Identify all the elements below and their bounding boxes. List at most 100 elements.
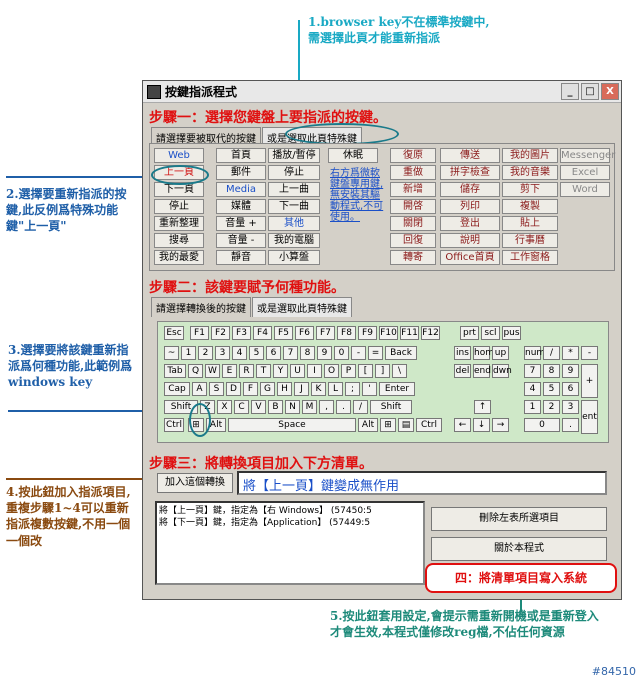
special-key[interactable]: 播放/暫停: [268, 148, 320, 163]
keyboard-key[interactable]: ↓: [473, 418, 490, 432]
add-conversion-button[interactable]: 加入這個轉換: [157, 473, 233, 493]
special-key[interactable]: Excel: [560, 165, 610, 180]
list-item[interactable]: 將【下一頁】鍵，指定為【Application】 (57449:5: [159, 517, 421, 529]
keyboard-key[interactable]: \: [392, 364, 407, 378]
keyboard-key[interactable]: 2: [543, 400, 560, 414]
keyboard-key[interactable]: F12: [421, 326, 440, 340]
keyboard-key[interactable]: prt: [460, 326, 479, 340]
keyboard-key[interactable]: 4: [524, 382, 541, 396]
keyboard-key[interactable]: ]: [375, 364, 390, 378]
keyboard-key[interactable]: ins: [454, 346, 471, 360]
keyboard-key[interactable]: Y: [273, 364, 288, 378]
keyboard-key[interactable]: +: [581, 364, 598, 398]
keyboard-key[interactable]: Esc: [164, 326, 184, 340]
keyboard-key[interactable]: end: [473, 364, 491, 378]
delete-selected-button[interactable]: 刪除左表所選項目: [431, 507, 607, 531]
keyboard-key[interactable]: F11: [400, 326, 419, 340]
special-key[interactable]: 休眠: [328, 148, 378, 163]
special-key[interactable]: 小算盤: [268, 250, 320, 265]
keyboard-key[interactable]: [: [358, 364, 373, 378]
apply-to-system-button[interactable]: 四：將清單項目寫入系統: [425, 563, 617, 593]
keyboard-key[interactable]: /: [353, 400, 368, 414]
about-button[interactable]: 關於本程式: [431, 537, 607, 561]
keyboard-key[interactable]: P: [341, 364, 356, 378]
special-key[interactable]: 其他: [268, 216, 320, 231]
special-key[interactable]: 傳送: [440, 148, 500, 163]
keyboard-key[interactable]: G: [260, 382, 275, 396]
keyboard-key[interactable]: ↑: [474, 400, 491, 414]
keyboard-key[interactable]: 3: [562, 400, 579, 414]
keyboard-key[interactable]: ~: [164, 346, 179, 360]
special-key[interactable]: 行事曆: [502, 233, 558, 248]
special-key[interactable]: 停止: [154, 199, 204, 214]
keyboard-key[interactable]: F1: [190, 326, 209, 340]
keyboard-key[interactable]: Cap: [164, 382, 190, 396]
special-key[interactable]: 我的電腦: [268, 233, 320, 248]
keyboard-key[interactable]: 8: [300, 346, 315, 360]
special-key[interactable]: 停止: [268, 165, 320, 180]
keyboard-key[interactable]: F5: [274, 326, 293, 340]
keyboard-key[interactable]: Alt: [358, 418, 378, 432]
keyboard-key[interactable]: Shift: [370, 400, 412, 414]
keyboard-key[interactable]: Space: [228, 418, 356, 432]
keyboard-key[interactable]: 9: [562, 364, 579, 378]
close-button[interactable]: X: [601, 83, 619, 100]
minimize-button[interactable]: _: [561, 83, 579, 100]
special-key[interactable]: 說明: [440, 233, 500, 248]
tab-target-special[interactable]: 或是選取此頁特殊鍵: [252, 297, 352, 317]
keyboard-key[interactable]: ←: [454, 418, 471, 432]
keyboard-key[interactable]: 5: [249, 346, 264, 360]
special-key[interactable]: 下一曲: [268, 199, 320, 214]
special-key[interactable]: Word: [560, 182, 610, 197]
keyboard-key[interactable]: ': [362, 382, 377, 396]
keyboard-key[interactable]: 4: [232, 346, 247, 360]
keyboard-key[interactable]: F4: [253, 326, 272, 340]
keyboard-key[interactable]: Ctrl: [164, 418, 184, 432]
keyboard-key[interactable]: .: [336, 400, 351, 414]
keyboard-key[interactable]: A: [192, 382, 207, 396]
keyboard-key[interactable]: 8: [543, 364, 560, 378]
list-item[interactable]: 將【上一頁】鍵，指定為【右 Windows】 (57450:5: [159, 505, 421, 517]
special-key[interactable]: 關閉: [390, 216, 436, 231]
keyboard-key[interactable]: L: [328, 382, 343, 396]
keyboard-key[interactable]: B: [268, 400, 283, 414]
keyboard-key[interactable]: ent: [581, 400, 598, 434]
keyboard-key[interactable]: J: [294, 382, 309, 396]
keyboard-key[interactable]: K: [311, 382, 326, 396]
keyboard-key[interactable]: Ctrl: [416, 418, 442, 432]
keyboard-key[interactable]: num: [524, 346, 545, 360]
special-key[interactable]: 郵件: [216, 165, 266, 180]
keyboard-key[interactable]: F2: [211, 326, 230, 340]
keyboard-key[interactable]: M: [302, 400, 317, 414]
keyboard-key[interactable]: I: [307, 364, 322, 378]
keyboard-key[interactable]: -: [581, 346, 598, 360]
keyboard-key[interactable]: Enter: [379, 382, 415, 396]
keyboard-key[interactable]: 3: [215, 346, 230, 360]
keyboard-key[interactable]: F6: [295, 326, 314, 340]
special-key[interactable]: 我的音樂: [502, 165, 558, 180]
special-key[interactable]: 列印: [440, 199, 500, 214]
special-key[interactable]: Media: [216, 182, 266, 197]
special-key[interactable]: 剪下: [502, 182, 558, 197]
keyboard-key[interactable]: 6: [266, 346, 281, 360]
keyboard-key[interactable]: .: [562, 418, 579, 432]
special-key[interactable]: 貼上: [502, 216, 558, 231]
maximize-button[interactable]: □: [581, 83, 599, 100]
keyboard-key[interactable]: F8: [337, 326, 356, 340]
keyboard-key[interactable]: F7: [316, 326, 335, 340]
special-key[interactable]: 儲存: [440, 182, 500, 197]
special-key[interactable]: 復原: [390, 148, 436, 163]
keyboard-key[interactable]: ,: [319, 400, 334, 414]
keyboard-key[interactable]: H: [277, 382, 292, 396]
keyboard-key[interactable]: T: [256, 364, 271, 378]
special-key[interactable]: 開啓: [390, 199, 436, 214]
special-key[interactable]: 登出: [440, 216, 500, 231]
keyboard-key[interactable]: V: [251, 400, 266, 414]
keyboard-key[interactable]: 7: [283, 346, 298, 360]
special-key[interactable]: 轉寄: [390, 250, 436, 265]
keyboard-key[interactable]: ⊞: [380, 418, 396, 432]
keyboard-key[interactable]: F3: [232, 326, 251, 340]
keyboard-key[interactable]: hom: [473, 346, 494, 360]
keyboard-key[interactable]: 5: [543, 382, 560, 396]
special-key[interactable]: Messenger: [560, 148, 615, 163]
